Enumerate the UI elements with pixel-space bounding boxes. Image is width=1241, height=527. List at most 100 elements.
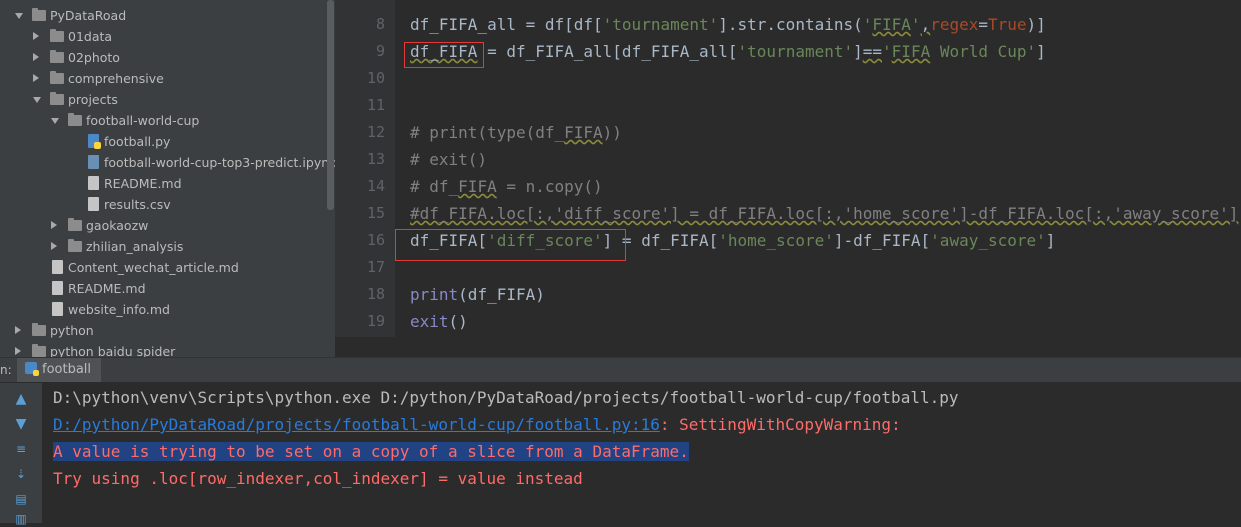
code-line-8: df_FIFA_all = df[df['tournament'].str.co… xyxy=(410,15,1046,34)
tree-item-label: zhilian_analysis xyxy=(86,239,184,254)
tree-item[interactable]: football.py xyxy=(0,131,325,152)
code-editor[interactable]: df_FIFA_all = df[df['tournament'].str.co… xyxy=(395,0,1241,337)
tree-item[interactable]: results.csv xyxy=(0,194,325,215)
run-tab-label: football xyxy=(42,362,92,377)
run-tab-football[interactable]: football xyxy=(17,358,102,382)
tree-item[interactable]: PyDataRoad xyxy=(0,5,325,26)
tree-item[interactable]: football-world-cup xyxy=(0,110,325,131)
tree-item-label: football.py xyxy=(104,134,171,149)
tree-item[interactable]: Content_wechat_article.md xyxy=(0,257,325,278)
folder-icon xyxy=(50,50,64,63)
line-number: 11 xyxy=(366,96,385,114)
tree-item-label: README.md xyxy=(68,281,146,296)
folder-icon xyxy=(50,92,64,105)
code-line-14: # df_FIFA = n.copy() xyxy=(410,177,603,196)
line-number: 18 xyxy=(366,285,385,303)
tree-item-label: PyDataRoad xyxy=(50,8,127,23)
tree-item-label: results.csv xyxy=(104,197,171,212)
line-number: 12 xyxy=(366,123,385,141)
run-panel-prefix: n: xyxy=(0,363,12,377)
notebook-file-icon xyxy=(88,155,99,169)
folder-icon xyxy=(68,113,82,126)
chevron-right-icon[interactable] xyxy=(33,53,39,61)
folder-icon xyxy=(50,29,64,42)
trash-icon[interactable]: ▥ xyxy=(13,511,29,527)
print-icon[interactable]: ▤ xyxy=(13,491,29,507)
tree-item-label: python xyxy=(50,323,94,338)
folder-icon xyxy=(32,323,46,336)
line-number: 9 xyxy=(375,42,385,60)
highlight-box-df-fifa xyxy=(404,42,484,68)
project-tree-scrollbar[interactable] xyxy=(327,0,334,210)
line-number: 16 xyxy=(366,231,385,249)
python-file-icon xyxy=(88,134,101,149)
console-warning-detail: A value is trying to be set on a copy of… xyxy=(53,442,689,461)
tree-item[interactable]: comprehensive xyxy=(0,68,325,89)
code-line-19: exit() xyxy=(410,312,468,331)
chevron-right-icon[interactable] xyxy=(33,74,39,82)
markdown-file-icon xyxy=(52,281,63,295)
console-warning-hint: Try using .loc[row_indexer,col_indexer] … xyxy=(53,469,583,488)
line-number: 15 xyxy=(366,204,385,222)
tree-item[interactable]: projects xyxy=(0,89,325,110)
tree-item-label: projects xyxy=(68,92,118,107)
tree-item-label: football-world-cup xyxy=(86,113,200,128)
chevron-right-icon[interactable] xyxy=(51,242,57,250)
csv-file-icon xyxy=(88,197,99,211)
tree-item-label: comprehensive xyxy=(68,71,164,86)
run-panel-header: n: football xyxy=(0,358,1241,383)
code-line-13: # exit() xyxy=(410,150,488,169)
line-number: 13 xyxy=(366,150,385,168)
folder-icon xyxy=(32,8,46,21)
tree-item[interactable]: zhilian_analysis xyxy=(0,236,325,257)
code-line-18: print(df_FIFA) xyxy=(410,285,545,304)
soft-wrap-icon[interactable]: ≡ xyxy=(13,441,29,457)
line-number: 19 xyxy=(366,312,385,330)
tree-item[interactable]: python xyxy=(0,320,325,341)
tree-item[interactable]: README.md xyxy=(0,173,325,194)
code-line-12: # print(type(df_FIFA)) xyxy=(410,123,622,142)
arrow-down-icon[interactable]: ▼ xyxy=(13,416,29,432)
source-file-link[interactable]: D:/python/PyDataRoad/projects/football-w… xyxy=(53,415,660,434)
arrow-up-icon[interactable]: ▲ xyxy=(13,391,29,407)
chevron-right-icon[interactable] xyxy=(51,221,57,229)
tree-item[interactable]: football-world-cup-top3-predict.ipynb xyxy=(0,152,335,173)
run-console[interactable]: D:\python\venv\Scripts\python.exe D:/pyt… xyxy=(42,383,1241,523)
folder-icon xyxy=(68,218,82,231)
tree-item[interactable]: 01data xyxy=(0,26,325,47)
code-line-15: #df_FIFA.loc[:,'diff_score'] = df_FIFA.l… xyxy=(410,204,1239,223)
chevron-down-icon[interactable] xyxy=(33,97,41,103)
line-number: 8 xyxy=(375,15,385,33)
run-toolstrip: ▲ ▼ ≡ ⇣ ▤ ▥ xyxy=(0,383,42,526)
python-file-icon xyxy=(25,362,39,376)
tree-item-label: 02photo xyxy=(68,50,120,65)
folder-icon xyxy=(68,239,82,252)
code-line-9: df_FIFA = df_FIFA_all[df_FIFA_all['tourn… xyxy=(410,42,1046,61)
tree-item[interactable]: 02photo xyxy=(0,47,325,68)
tree-item-label: 01data xyxy=(68,29,113,44)
line-number: 14 xyxy=(366,177,385,195)
tree-item-label: football-world-cup-top3-predict.ipynb xyxy=(104,155,335,170)
scroll-to-end-icon[interactable]: ⇣ xyxy=(13,466,29,482)
markdown-file-icon xyxy=(88,176,99,190)
tree-item-label: Content_wechat_article.md xyxy=(68,260,239,275)
tree-item-label: gaokaozw xyxy=(86,218,149,233)
tree-item[interactable]: gaokaozw xyxy=(0,215,325,236)
chevron-down-icon[interactable] xyxy=(51,118,59,124)
chevron-right-icon[interactable] xyxy=(33,32,39,40)
chevron-right-icon[interactable] xyxy=(15,326,21,334)
console-warning-line: D:/python/PyDataRoad/projects/football-w… xyxy=(53,415,901,434)
tree-item-label: python baidu spider xyxy=(50,344,176,357)
tree-item[interactable]: python baidu spider xyxy=(0,341,325,357)
chevron-down-icon[interactable] xyxy=(15,13,23,19)
tree-item[interactable]: website_info.md xyxy=(0,299,325,320)
editor-gutter: 8 9 10 11 12 13 14 15 16 17 18 19 xyxy=(335,0,395,337)
line-number: 10 xyxy=(366,69,385,87)
chevron-right-icon[interactable] xyxy=(15,347,21,355)
markdown-file-icon xyxy=(52,302,63,316)
folder-icon xyxy=(32,344,46,357)
tree-item-label: README.md xyxy=(104,176,182,191)
tree-item-label: website_info.md xyxy=(68,302,170,317)
tree-item[interactable]: README.md xyxy=(0,278,325,299)
console-command-line: D:\python\venv\Scripts\python.exe D:/pyt… xyxy=(53,388,959,407)
